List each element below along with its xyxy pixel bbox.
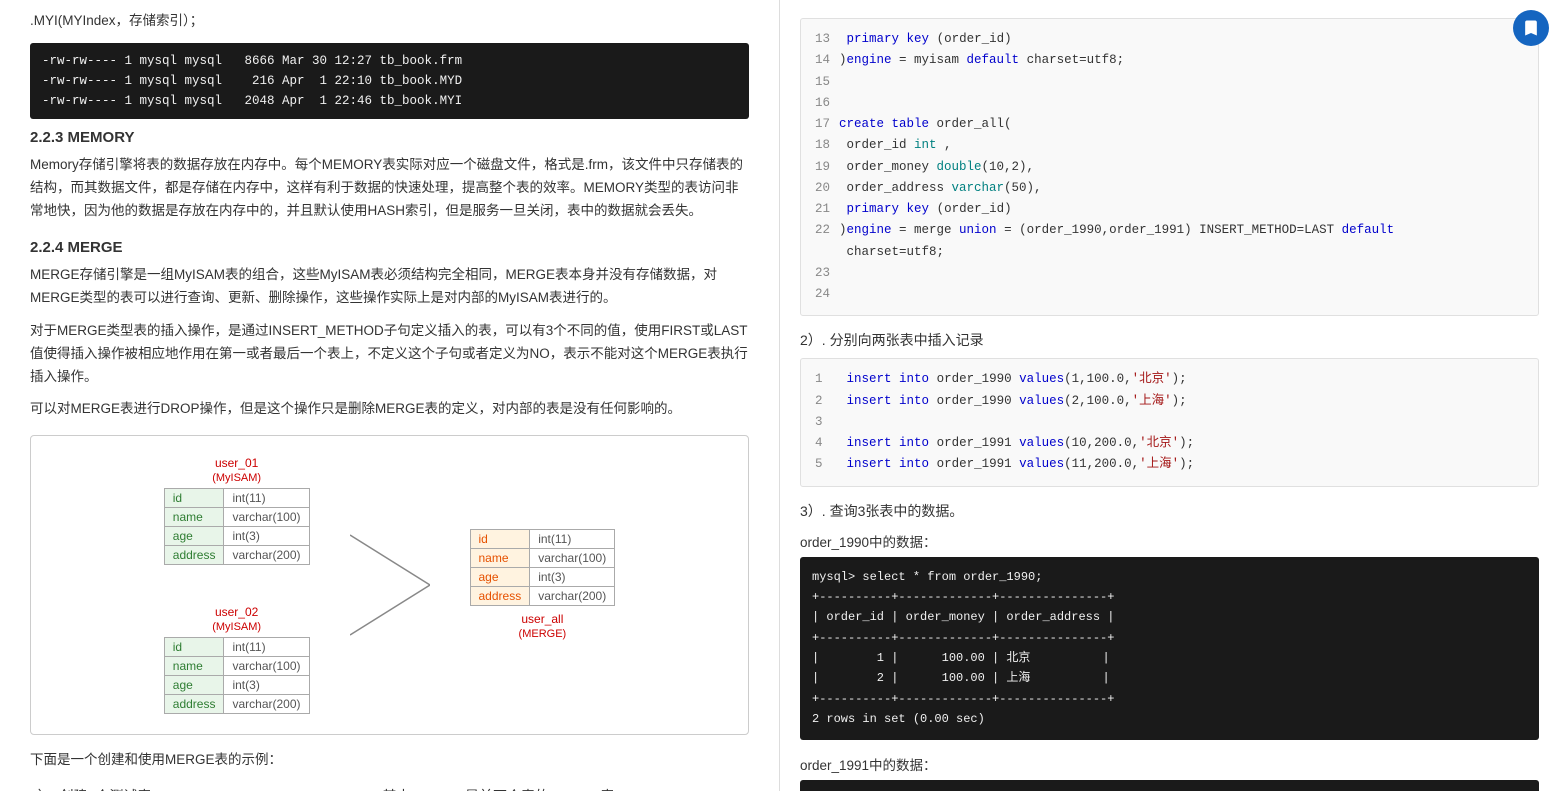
merge-diagram: user_01 (MyISAM) idint(11) namevarchar(1… <box>30 435 749 735</box>
userall-group: idint(11) namevarchar(100) ageint(3) add… <box>470 529 616 642</box>
step2-label: 2）. 分别向两张表中插入记录 <box>800 330 1539 350</box>
terminal-1991: mysql> select * from order_1991; +------… <box>800 780 1539 791</box>
para-merge3: 可以对MERGE表进行DROP操作，但是这个操作只是删除MERGE表的定义，对内… <box>30 398 749 421</box>
rline-22b: charset=utf8; <box>815 242 1524 263</box>
bookmark-icon <box>1521 18 1541 38</box>
heading-memory: 2.2.3 MEMORY <box>30 129 749 146</box>
heading-merge: 2.2.4 MERGE <box>30 239 749 256</box>
user02-table: idint(11) namevarchar(100) ageint(3) add… <box>164 637 310 714</box>
top-right-button[interactable] <box>1513 10 1549 46</box>
connector-svg <box>350 495 430 675</box>
insert-code-block: 1 insert into order_1990 values(1,100.0,… <box>800 358 1539 486</box>
user01-group: user_01 (MyISAM) idint(11) namevarchar(1… <box>164 456 310 565</box>
rline-23: 23 <box>815 263 1524 284</box>
iline-2: 2 insert into order_1990 values(2,100.0,… <box>815 391 1524 412</box>
left-tables: user_01 (MyISAM) idint(11) namevarchar(1… <box>164 456 310 714</box>
query-label-1990: order_1990中的数据： <box>800 531 1539 551</box>
para-merge2: 对于MERGE类型表的插入操作，是通过INSERT_METHOD子句定义插入的表… <box>30 320 749 389</box>
rline-16: 16 <box>815 93 1524 114</box>
rline-19: 19 order_money double(10,2), <box>815 157 1524 178</box>
left-panel: .MYI(MYIndex，存储索引）； -rw-rw---- 1 mysql m… <box>0 0 780 791</box>
userall-label: user_all (MERGE) <box>519 612 567 640</box>
iline-4: 4 insert into order_1991 values(10,200.0… <box>815 433 1524 454</box>
rline-15: 15 <box>815 72 1524 93</box>
iline-5: 5 insert into order_1991 values(11,200.0… <box>815 454 1524 475</box>
user01-label: user_01 (MyISAM) <box>212 456 261 484</box>
right-panel: 13 primary key (order_id) 14)engine = my… <box>780 0 1559 791</box>
rline-18: 18 order_id int , <box>815 135 1524 156</box>
rline-21: 21 primary key (order_id) <box>815 199 1524 220</box>
user02-label: user_02 (MyISAM) <box>212 605 261 633</box>
rline-24: 24 <box>815 284 1524 305</box>
example-intro: 下面是一个创建和使用MERGE表的示例： <box>30 749 749 772</box>
terminal-1990: mysql> select * from order_1990; +------… <box>800 557 1539 740</box>
para-merge1: MERGE存储引擎是一组MyISAM表的组合，这些MyISAM表必须结构完全相同… <box>30 264 749 310</box>
iline-3: 3 <box>815 412 1524 433</box>
rline-14: 14)engine = myisam default charset=utf8; <box>815 50 1524 71</box>
myi-label: .MYI(MYIndex，存储索引）； <box>30 10 749 33</box>
rline-22: 22)engine = merge union = (order_1990,or… <box>815 220 1524 241</box>
step3-label: 3）. 查询3张表中的数据。 <box>800 501 1539 521</box>
user02-group: user_02 (MyISAM) idint(11) namevarchar(1… <box>164 605 310 714</box>
user01-table: idint(11) namevarchar(100) ageint(3) add… <box>164 488 310 565</box>
userall-table: idint(11) namevarchar(100) ageint(3) add… <box>470 529 616 606</box>
rline-13: 13 primary key (order_id) <box>815 29 1524 50</box>
query-label-1991: order_1991中的数据： <box>800 754 1539 774</box>
step1-label: 1）. 创建3个测试表 order_1990, order_1991, orde… <box>30 786 749 791</box>
iline-1: 1 insert into order_1990 values(1,100.0,… <box>815 369 1524 390</box>
rline-20: 20 order_address varchar(50), <box>815 178 1524 199</box>
terminal-files: -rw-rw---- 1 mysql mysql 8666 Mar 30 12:… <box>30 43 749 119</box>
rline-17: 17create table order_all( <box>815 114 1524 135</box>
para-memory: Memory存储引擎将表的数据存放在内存中。每个MEMORY表实际对应一个磁盘文… <box>30 154 749 223</box>
right-code-top: 13 primary key (order_id) 14)engine = my… <box>800 18 1539 316</box>
